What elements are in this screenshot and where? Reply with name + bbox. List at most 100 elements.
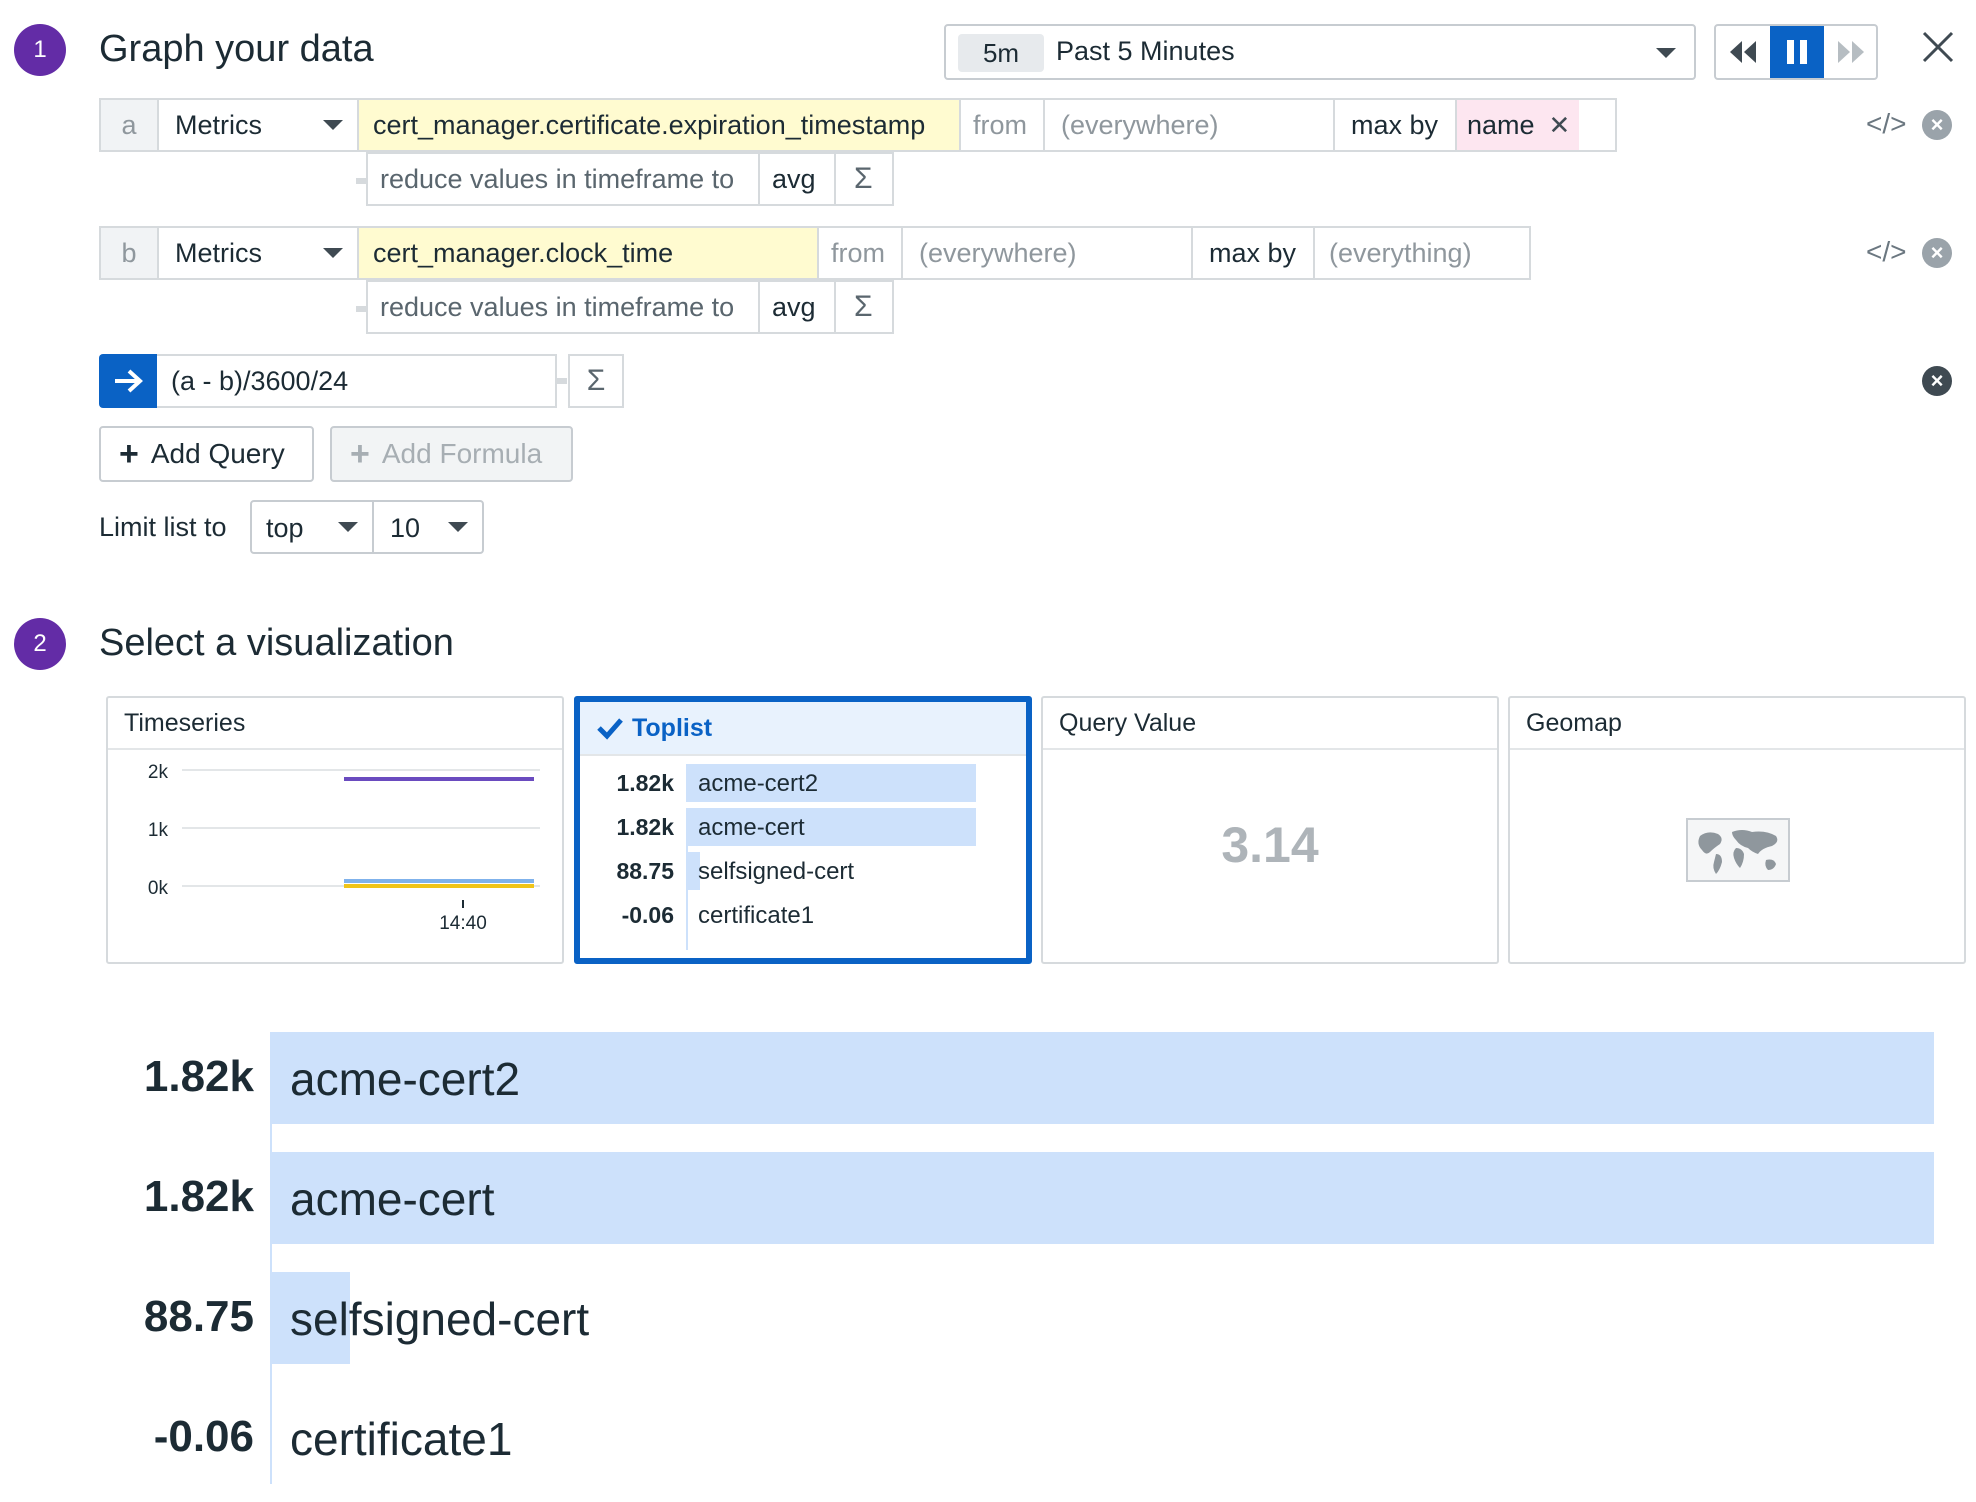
query-letter-b: b <box>101 228 159 278</box>
toplist-value: 1.82k <box>143 1172 254 1221</box>
toplist-row: 1.82k acme-cert <box>0 1152 1976 1244</box>
timeseries-thumbnail: 2k 1k 0k 14:40 <box>148 762 540 934</box>
remove-tag-icon[interactable]: ✕ <box>1549 110 1571 141</box>
chevron-down-icon <box>323 120 343 130</box>
limit-count-value: 10 <box>390 513 421 543</box>
data-source-select[interactable]: Metrics <box>159 228 359 278</box>
pause-button[interactable] <box>1770 26 1824 78</box>
sigma-icon[interactable]: Σ <box>836 282 892 332</box>
x-tick-label: 14:40 <box>439 913 487 934</box>
viz-card-title: Geomap <box>1510 698 1964 750</box>
playback-controls <box>1714 24 1878 80</box>
from-label: from <box>961 100 1045 150</box>
toplist-mini-name: acme-cert <box>698 814 805 841</box>
viz-card-title: Toplist <box>580 702 1026 756</box>
world-map-icon <box>1686 818 1790 882</box>
metric-field[interactable]: cert_manager.clock_time <box>359 228 819 278</box>
section-title-graph-data: Graph your data <box>99 28 374 70</box>
pause-icon <box>1787 40 1807 64</box>
reduce-function-select[interactable]: avg <box>760 154 836 204</box>
section-title-select-visualization: Select a visualization <box>99 622 454 664</box>
toplist-row: 88.75 selfsigned-cert <box>0 1272 1976 1364</box>
viz-card-toplist[interactable]: Toplist 1.82k acme-cert2 1.82k acme-cert 88.… <box>574 696 1032 964</box>
rewind-button[interactable] <box>1716 26 1770 78</box>
metric-field[interactable]: cert_manager.certificate.expiration_time… <box>359 100 961 150</box>
add-query-label: Add Query <box>150 438 285 469</box>
toplist-mini-value: 1.82k <box>616 814 674 840</box>
toplist-name: certificate1 <box>290 1413 513 1465</box>
limit-order-value: top <box>266 513 304 543</box>
group-by-tag-label: name <box>1467 109 1535 140</box>
query-row-a: a Metrics cert_manager.certificate.expir… <box>99 98 1617 152</box>
sigma-icon[interactable]: Σ <box>836 154 892 204</box>
query-value-number: 3.14 <box>1221 817 1319 873</box>
reduce-function-select[interactable]: avg <box>760 282 836 332</box>
toplist-value: 1.82k <box>143 1052 254 1101</box>
query-letter-a: a <box>101 100 159 150</box>
formula-arrow-badge <box>99 354 157 408</box>
plus-icon: + <box>119 434 139 473</box>
aggregation-label: max by <box>1335 100 1457 150</box>
arrow-right-icon <box>115 369 143 393</box>
limit-order-select[interactable]: top <box>250 500 374 554</box>
toplist-name: acme-cert2 <box>290 1053 521 1105</box>
chevron-down-icon <box>338 522 358 532</box>
code-toggle-button-b[interactable]: </> <box>1866 236 1906 268</box>
timeframe-short-pill: 5m <box>958 34 1044 72</box>
remove-formula-icon[interactable]: × <box>1922 366 1952 396</box>
remove-query-b-icon[interactable]: × <box>1922 238 1952 268</box>
formula-input[interactable]: (a - b)/3600/24 <box>157 354 557 408</box>
viz-card-timeseries[interactable]: Timeseries 2k 1k 0k 14:40 <box>106 696 564 964</box>
add-formula-label: Add Formula <box>381 438 543 469</box>
plus-icon: + <box>350 434 370 473</box>
remove-query-a-icon[interactable]: × <box>1922 110 1952 140</box>
fast-forward-button[interactable] <box>1824 26 1878 78</box>
reduce-row-a: reduce values in timeframe to avg Σ <box>366 152 894 206</box>
add-query-button[interactable]: + Add Query <box>99 426 314 482</box>
toplist-chart: 1.82k acme-cert2 1.82k acme-cert 88.75 selfsi… <box>0 1032 1976 1502</box>
group-by-field[interactable]: (everything) <box>1315 228 1529 278</box>
viz-card-query-value[interactable]: Query Value 3.14 <box>1041 696 1499 964</box>
toplist-name: acme-cert <box>290 1173 495 1225</box>
toplist-mini-value: -0.06 <box>621 902 674 928</box>
toplist-mini-value: 1.82k <box>616 770 674 796</box>
from-field[interactable]: (everywhere) <box>1045 100 1335 150</box>
toplist-mini-value: 88.75 <box>616 858 674 884</box>
data-source-select[interactable]: Metrics <box>159 100 359 150</box>
toplist-bar <box>270 1152 1934 1244</box>
query-row-b: b Metrics cert_manager.clock_time from (… <box>99 226 1531 280</box>
connector-line <box>356 306 366 312</box>
rewind-icon <box>1730 41 1756 63</box>
chevron-down-icon <box>323 248 343 258</box>
y-tick-1k: 1k <box>148 820 169 841</box>
toplist-mini-name: acme-cert2 <box>698 770 819 797</box>
y-tick-2k: 2k <box>148 762 169 783</box>
toplist-value: 88.75 <box>143 1292 254 1341</box>
limit-count-select[interactable]: 10 <box>372 500 484 554</box>
code-toggle-button-a[interactable]: </> <box>1866 108 1906 140</box>
toplist-mini-name: selfsigned-cert <box>698 858 855 885</box>
toplist-mini-axis <box>686 832 688 950</box>
reduce-row-b: reduce values in timeframe to avg Σ <box>366 280 894 334</box>
viz-card-title: Query Value <box>1043 698 1497 750</box>
viz-card-geomap[interactable]: Geomap <box>1508 696 1966 964</box>
group-by-tag[interactable]: name ✕ <box>1457 100 1579 150</box>
step-1-badge: 1 <box>14 24 66 76</box>
formula-sigma-button[interactable]: Σ <box>568 354 624 408</box>
close-editor-button[interactable] <box>1916 28 1960 72</box>
from-field[interactable]: (everywhere) <box>903 228 1193 278</box>
reduce-label: reduce values in timeframe to <box>368 282 760 332</box>
chevron-down-icon <box>448 522 468 532</box>
viz-card-title: Timeseries <box>108 698 562 750</box>
toplist-row: 1.82k acme-cert2 <box>0 1032 1976 1124</box>
toplist-name: selfsigned-cert <box>290 1293 590 1345</box>
aggregation-label: max by <box>1193 228 1315 278</box>
connector-line <box>557 378 567 384</box>
chevron-down-icon <box>1656 48 1676 58</box>
add-formula-button[interactable]: + Add Formula <box>330 426 573 482</box>
from-label: from <box>819 228 903 278</box>
timeframe-selector[interactable]: 5m Past 5 Minutes <box>944 24 1696 80</box>
checkmark-icon <box>597 718 623 740</box>
y-tick-0k: 0k <box>148 878 169 899</box>
data-source-label: Metrics <box>175 237 262 268</box>
